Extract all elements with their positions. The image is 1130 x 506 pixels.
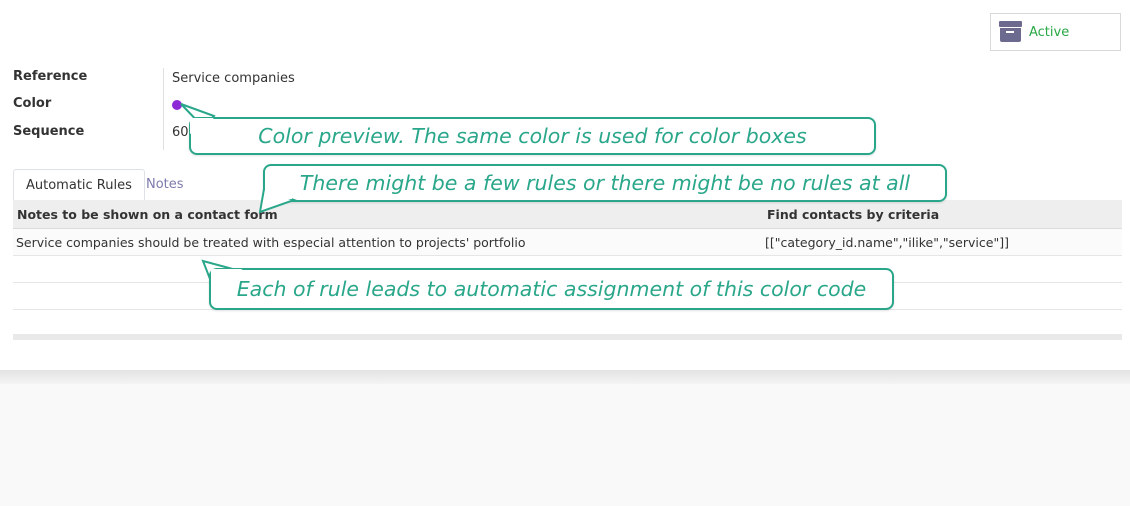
archive-icon xyxy=(999,21,1022,43)
callout-color-preview: Color preview. The same color is used fo… xyxy=(189,117,876,155)
reference-value[interactable]: Service companies xyxy=(172,71,295,86)
sequence-label: Sequence xyxy=(13,124,85,139)
callout-rule-assignment: Each of rule leads to automatic assignme… xyxy=(209,268,894,310)
sheet-bottom-shadow xyxy=(0,370,1130,384)
table-footer xyxy=(13,334,1122,340)
row-notes-cell: Service companies should be treated with… xyxy=(16,235,526,250)
table-row[interactable]: Service companies should be treated with… xyxy=(13,229,1122,256)
column-header-criteria[interactable]: Find contacts by criteria xyxy=(767,207,939,222)
callout-tail-rules xyxy=(258,187,297,214)
color-label: Color xyxy=(13,96,52,111)
table-row-empty xyxy=(13,310,1122,337)
table-header: Notes to be shown on a contact form Find… xyxy=(13,200,1122,229)
callout-tail-assignment-cover xyxy=(211,269,243,283)
tab-notes[interactable]: Notes xyxy=(134,169,196,200)
active-label: Active xyxy=(1029,24,1070,40)
tab-automatic-rules[interactable]: Automatic Rules xyxy=(13,169,145,201)
callout-tail-color-cover xyxy=(190,118,214,134)
reference-label: Reference xyxy=(13,69,88,84)
active-toggle-button[interactable]: Active xyxy=(990,13,1121,51)
row-criteria-cell: [["category_id.name","ilike","service"]] xyxy=(765,235,1009,250)
callout-rules-count: There might be a few rules or there migh… xyxy=(263,164,947,202)
column-header-notes[interactable]: Notes to be shown on a contact form xyxy=(17,207,278,222)
